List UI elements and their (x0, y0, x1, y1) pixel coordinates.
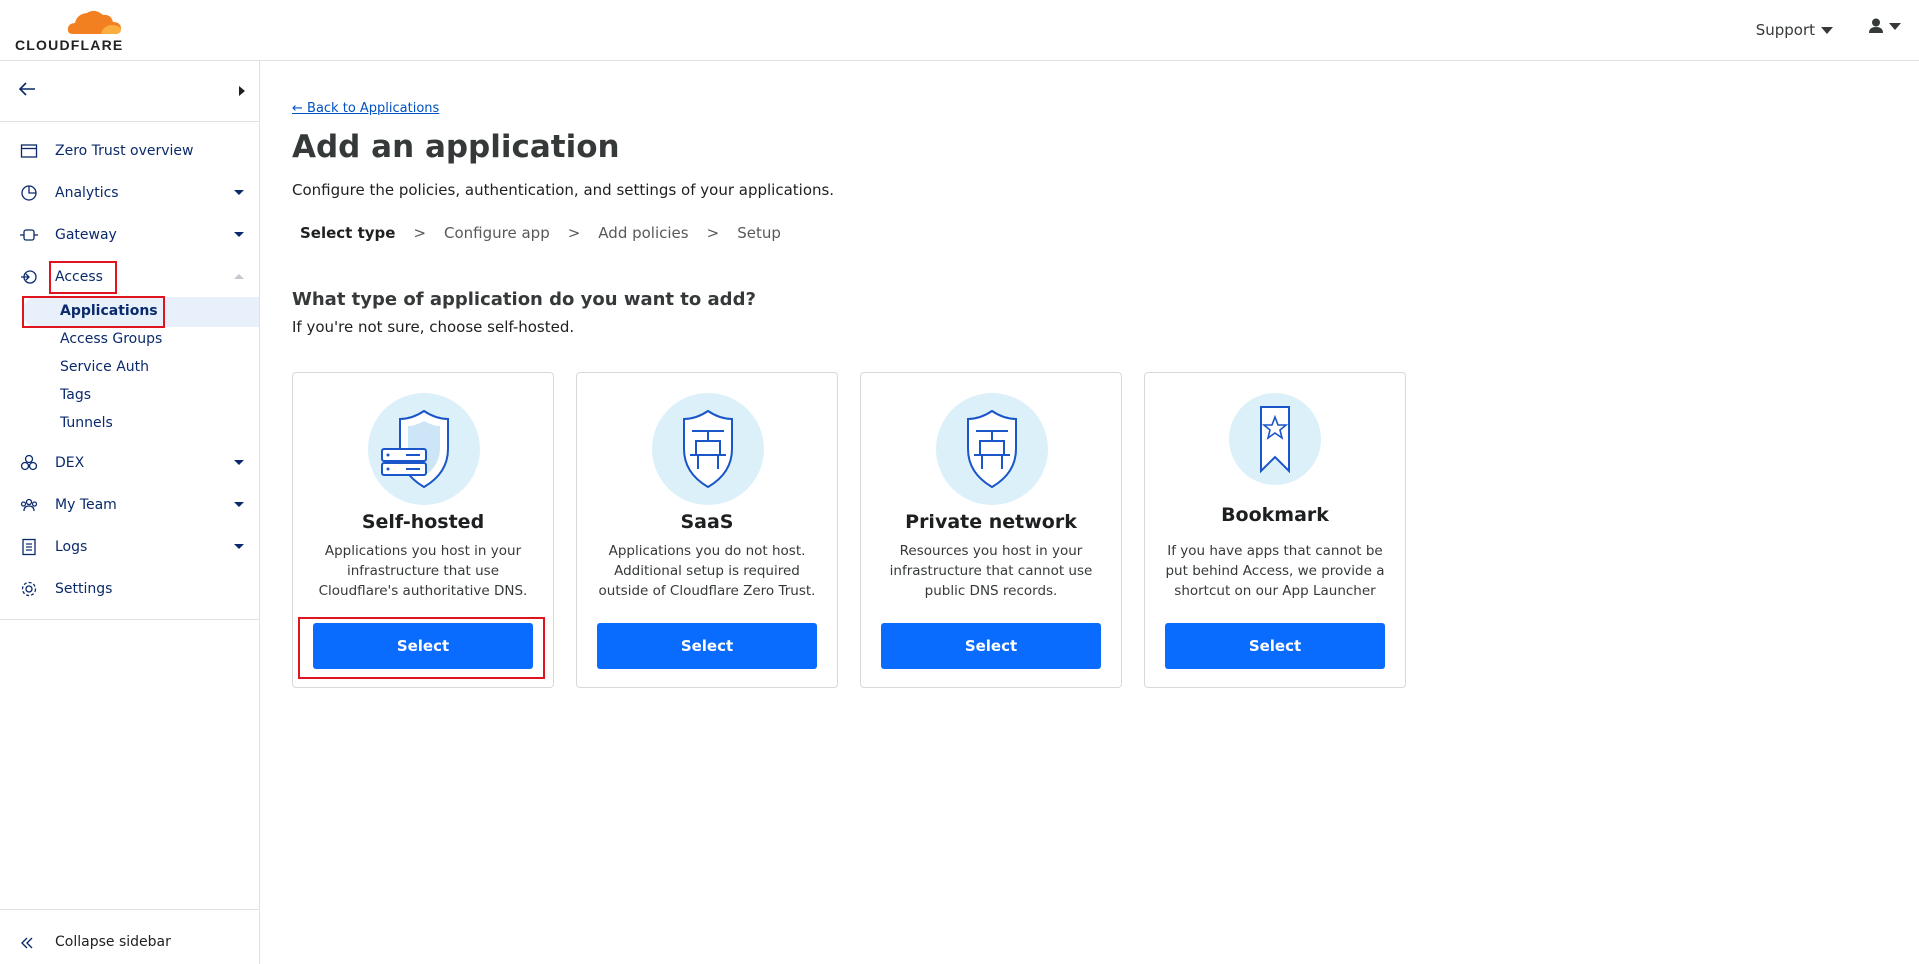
card-title: Bookmark (1221, 504, 1329, 526)
collapse-sidebar-label: Collapse sidebar (55, 934, 171, 950)
sidebar-divider (0, 909, 259, 910)
sidebar-item-dex[interactable]: DEX (0, 445, 259, 481)
page-description: Configure the policies, authentication, … (292, 181, 835, 199)
user-icon (1869, 18, 1883, 33)
collapse-sidebar-button[interactable]: Collapse sidebar (0, 925, 259, 961)
sidebar-item-label: Analytics (55, 185, 119, 201)
card-title: Private network (905, 511, 1077, 533)
sidebar-header (0, 61, 259, 122)
pie-chart-icon (21, 185, 37, 201)
browser-window-icon (20, 144, 38, 158)
step-select-type: Select type (300, 224, 396, 242)
dex-icon (20, 454, 38, 471)
sidebar-item-settings[interactable]: Settings (0, 571, 259, 607)
back-to-applications-link[interactable]: ← Back to Applications (292, 101, 439, 116)
select-bookmark-button[interactable]: Select (1165, 623, 1385, 669)
private-network-icon-circle (936, 393, 1048, 505)
shield-server-icon (381, 409, 449, 489)
card-self-hosted: Self-hosted Applications you host in you… (292, 372, 554, 688)
step-configure-app: Configure app (444, 224, 550, 242)
step-separator: > (413, 224, 427, 242)
card-title: SaaS (680, 511, 734, 533)
sidebar-item-label: Access (55, 269, 103, 285)
saas-icon-circle (652, 393, 764, 505)
chevron-down-icon (234, 502, 244, 507)
access-icon (21, 270, 37, 284)
sidebar-item-label: Zero Trust overview (55, 143, 194, 159)
sidebar-item-label: DEX (55, 455, 85, 471)
cloudflare-logo[interactable]: CLOUDFLARE (15, 8, 123, 53)
chevron-down-icon (1821, 26, 1833, 34)
gateway-icon (20, 229, 38, 241)
select-self-hosted-button[interactable]: Select (313, 623, 533, 669)
card-description: Resources you host in your infrastructur… (889, 543, 1093, 599)
logs-icon (22, 538, 36, 556)
step-add-policies: Add policies (598, 224, 689, 242)
support-menu[interactable]: Support (1756, 21, 1833, 39)
sidebar-item-label: My Team (55, 497, 117, 513)
chevron-down-icon (234, 544, 244, 549)
top-bar: CLOUDFLARE Support (0, 0, 1919, 61)
sidebar-subitem-tunnels[interactable]: Tunnels (60, 415, 113, 431)
chevron-right-icon[interactable] (239, 86, 245, 96)
step-setup: Setup (737, 224, 781, 242)
support-label: Support (1755, 21, 1815, 39)
sidebar-subitem-applications[interactable]: Applications (60, 303, 158, 319)
select-private-network-button[interactable]: Select (881, 623, 1101, 669)
card-description: If you have apps that cannot be put behi… (1165, 543, 1385, 599)
sidebar-item-gateway[interactable]: Gateway (0, 217, 259, 253)
card-private-network: Private network Resources you host in yo… (860, 372, 1122, 688)
sidebar-item-logs[interactable]: Logs (0, 529, 259, 565)
team-icon (20, 498, 38, 512)
step-separator: > (567, 224, 581, 242)
chevron-up-icon (234, 274, 244, 279)
main-content: ← Back to Applications Add an applicatio… (292, 61, 1892, 964)
select-saas-button[interactable]: Select (597, 623, 817, 669)
back-arrow-icon[interactable] (18, 81, 36, 97)
sidebar-item-label: Gateway (55, 227, 117, 243)
shield-network-icon (683, 409, 733, 489)
sidebar-subitem-service-auth[interactable]: Service Auth (60, 359, 149, 375)
sidebar-item-zero-trust-overview[interactable]: Zero Trust overview (0, 133, 259, 169)
wizard-steps: Select type > Configure app > Add polici… (300, 224, 799, 242)
sidebar-subitem-access-groups[interactable]: Access Groups (60, 331, 162, 347)
card-bookmark: Bookmark If you have apps that cannot be… (1144, 372, 1406, 688)
sidebar-subitem-tags[interactable]: Tags (60, 387, 91, 403)
chevron-down-icon (234, 232, 244, 237)
page-title: Add an application (292, 129, 620, 165)
shield-network-icon (967, 409, 1017, 489)
gear-icon (21, 581, 37, 597)
chevron-down-icon (234, 190, 244, 195)
self-hosted-icon-circle (368, 393, 480, 505)
user-menu[interactable] (1869, 18, 1901, 34)
card-title: Self-hosted (361, 511, 485, 533)
sidebar-item-label: Logs (55, 539, 88, 555)
sidebar-item-my-team[interactable]: My Team (0, 487, 259, 523)
sidebar: Zero Trust overview Analytics Gateway Ac… (0, 61, 260, 964)
bookmark-icon-circle (1229, 393, 1321, 485)
bookmark-star-icon (1260, 406, 1290, 474)
card-saas: SaaS Applications you do not host. Addit… (576, 372, 838, 688)
sidebar-divider (0, 619, 259, 620)
chevron-down-icon (234, 460, 244, 465)
double-chevron-left-icon (21, 937, 33, 949)
logo-wordmark: CLOUDFLARE (15, 37, 124, 53)
card-description: Applications you do not host. Additional… (598, 543, 816, 599)
sidebar-item-access[interactable]: Access (0, 259, 259, 295)
sidebar-item-label: Settings (55, 581, 113, 597)
question-subtext: If you're not sure, choose self-hosted. (292, 318, 575, 336)
sidebar-item-analytics[interactable]: Analytics (0, 175, 259, 211)
chevron-down-icon (1889, 22, 1901, 30)
cloud-logo-icon (67, 10, 121, 34)
step-separator: > (706, 224, 720, 242)
question-heading: What type of application do you want to … (292, 289, 756, 310)
card-description: Applications you host in your infrastruc… (318, 543, 528, 599)
